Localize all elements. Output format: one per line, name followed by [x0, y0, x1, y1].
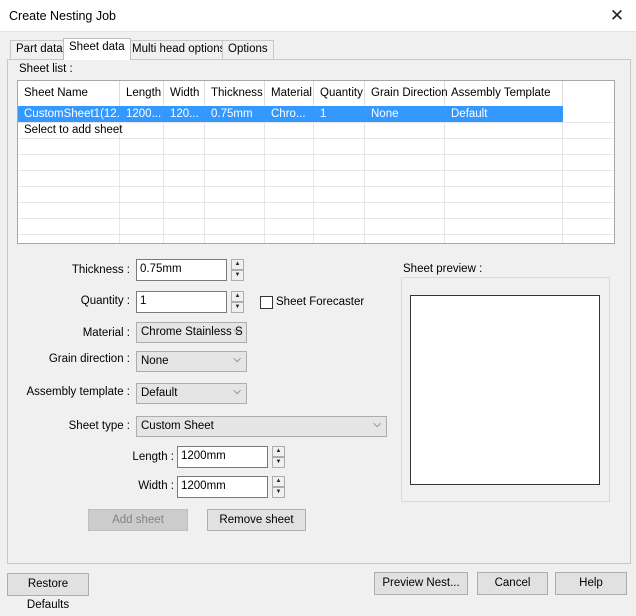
- close-icon: ✕: [609, 6, 625, 25]
- column-header-sheet-name[interactable]: Sheet Name: [18, 81, 120, 105]
- material-value: Chrome Stainless S: [141, 326, 243, 338]
- grain-direction-select[interactable]: None ⌵: [136, 351, 247, 372]
- spin-down-icon[interactable]: ▼: [231, 270, 244, 281]
- table-row[interactable]: CustomSheet1(12... 1200... 120... 0.75mm…: [18, 106, 614, 122]
- add-sheet-row-text: Select to add sheet: [24, 124, 123, 136]
- add-sheet-row[interactable]: Select to add sheet: [18, 122, 614, 138]
- tab-sheet-data[interactable]: Sheet data: [63, 38, 131, 60]
- assembly-template-value: Default: [141, 387, 178, 399]
- length-label: Length :: [132, 451, 174, 463]
- width-label: Width :: [138, 480, 174, 492]
- column-header-material[interactable]: Material: [265, 81, 314, 105]
- thickness-input[interactable]: 0.75mm: [136, 259, 227, 281]
- chevron-down-icon: ⌵: [233, 386, 241, 397]
- add-sheet-button[interactable]: Add sheet: [88, 509, 188, 531]
- width-input[interactable]: 1200mm: [177, 476, 268, 498]
- spin-up-icon[interactable]: ▲: [231, 259, 244, 270]
- sheet-list-table[interactable]: Sheet Name Length Width Thickness Materi…: [17, 80, 615, 244]
- spin-down-icon[interactable]: ▼: [231, 302, 244, 313]
- spin-down-icon[interactable]: ▼: [272, 487, 285, 498]
- cell-thickness: 0.75mm: [205, 106, 265, 122]
- grain-direction-label: Grain direction :: [48, 353, 130, 365]
- tab-options[interactable]: Options: [222, 40, 274, 59]
- sheet-type-label: Sheet type :: [68, 420, 130, 432]
- spin-up-icon[interactable]: ▲: [272, 446, 285, 457]
- close-button[interactable]: ✕: [602, 4, 632, 28]
- length-input[interactable]: 1200mm: [177, 446, 268, 468]
- material-label: Material :: [82, 327, 130, 339]
- window-title: Create Nesting Job: [9, 9, 117, 23]
- chevron-down-icon: ⌵: [233, 354, 241, 365]
- column-header-quantity[interactable]: Quantity: [314, 81, 365, 105]
- column-header-length[interactable]: Length: [120, 81, 164, 105]
- column-header-thickness[interactable]: Thickness: [205, 81, 265, 105]
- column-header-assembly-template[interactable]: Assembly Template: [445, 81, 563, 105]
- grain-direction-value: None: [141, 355, 169, 367]
- width-spinner[interactable]: ▲ ▼: [272, 476, 285, 498]
- column-header-width[interactable]: Width: [164, 81, 205, 105]
- quantity-input[interactable]: 1: [136, 291, 227, 313]
- cell-width: 120...: [164, 106, 205, 122]
- sheet-forecaster-checkbox[interactable]: [260, 296, 273, 309]
- thickness-spinner[interactable]: ▲ ▼: [231, 259, 244, 281]
- cell-sheet-name: CustomSheet1(12...: [18, 106, 120, 122]
- cancel-button[interactable]: Cancel: [477, 572, 548, 595]
- sheet-preview-canvas: [410, 295, 600, 485]
- thickness-label: Thickness :: [71, 264, 130, 276]
- quantity-label: Quantity :: [80, 295, 130, 307]
- preview-nest-button[interactable]: Preview Nest...: [374, 572, 468, 595]
- cell-assembly-template: Default: [445, 106, 563, 122]
- restore-defaults-button[interactable]: Restore Defaults: [7, 573, 89, 611]
- sheet-list-label: Sheet list :: [19, 63, 73, 75]
- tab-multi-head-options[interactable]: Multi head options: [126, 40, 232, 59]
- material-select[interactable]: Chrome Stainless S ⌵: [136, 322, 247, 343]
- tab-part-data[interactable]: Part data: [10, 40, 69, 59]
- quantity-spinner[interactable]: ▲ ▼: [231, 291, 244, 313]
- sheet-forecaster-label[interactable]: Sheet Forecaster: [276, 296, 364, 308]
- table-header: Sheet Name Length Width Thickness Materi…: [18, 81, 614, 105]
- sheet-preview-label: Sheet preview :: [403, 263, 483, 275]
- title-bar: Create Nesting Job ✕: [0, 0, 636, 32]
- sheet-type-select[interactable]: Custom Sheet ⌵: [136, 416, 387, 437]
- chevron-down-icon: ⌵: [373, 419, 381, 430]
- help-button[interactable]: Help: [555, 572, 627, 595]
- spin-up-icon[interactable]: ▲: [272, 476, 285, 487]
- sheet-type-value: Custom Sheet: [141, 420, 214, 432]
- chevron-down-icon: ⌵: [233, 325, 241, 336]
- cell-length: 1200...: [120, 106, 164, 122]
- spin-up-icon[interactable]: ▲: [231, 291, 244, 302]
- assembly-template-label: Assembly template :: [26, 386, 130, 398]
- remove-sheet-button[interactable]: Remove sheet: [207, 509, 306, 531]
- column-header-grain-direction[interactable]: Grain Direction: [365, 81, 448, 105]
- assembly-template-select[interactable]: Default ⌵: [136, 383, 247, 404]
- cell-material: Chro...: [265, 106, 314, 122]
- cell-quantity: 1: [314, 106, 365, 122]
- cell-grain-direction: None: [365, 106, 445, 122]
- spin-down-icon[interactable]: ▼: [272, 457, 285, 468]
- length-spinner[interactable]: ▲ ▼: [272, 446, 285, 468]
